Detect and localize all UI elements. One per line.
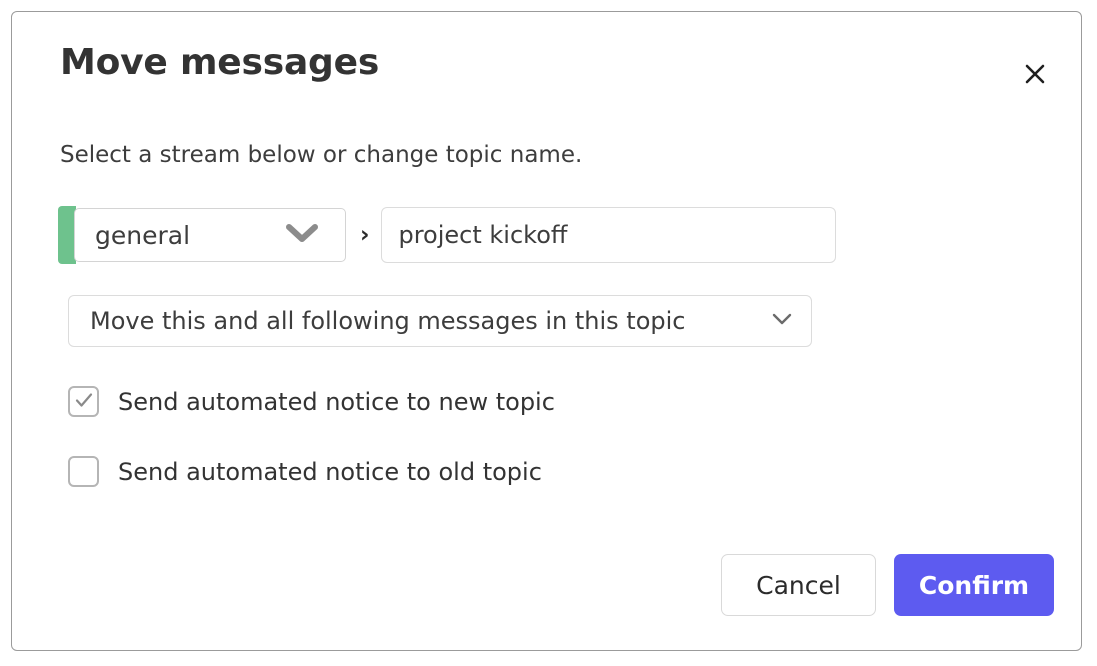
checkbox-send-notice-new-topic[interactable]: Send automated notice to new topic <box>68 386 555 417</box>
stream-topic-row: general › <box>58 206 837 264</box>
close-icon <box>1022 61 1048 87</box>
move-messages-modal: Move messages Select a stream below or c… <box>11 11 1082 651</box>
breadcrumb-separator-icon: › <box>360 221 370 248</box>
modal-header: Move messages <box>12 12 1081 116</box>
checkbox-label: Send automated notice to new topic <box>118 387 555 416</box>
close-button[interactable] <box>1015 54 1055 94</box>
dialog-subtitle: Select a stream below or change topic na… <box>60 142 583 168</box>
cancel-button[interactable]: Cancel <box>721 554 876 616</box>
confirm-button[interactable]: Confirm <box>894 554 1054 616</box>
check-icon <box>73 389 95 415</box>
checkbox-box[interactable] <box>68 386 99 417</box>
modal-footer: Cancel Confirm <box>12 530 1081 650</box>
page-title: Move messages <box>60 42 380 83</box>
stream-selector[interactable]: general <box>58 206 346 264</box>
topic-input[interactable] <box>381 207 837 263</box>
checkbox-box[interactable] <box>68 456 99 487</box>
stream-select-value: general <box>95 220 191 250</box>
propagate-mode-value: Move this and all following messages in … <box>90 307 686 335</box>
chevron-down-icon <box>285 222 319 248</box>
propagate-mode-select[interactable]: Move this and all following messages in … <box>68 295 812 347</box>
chevron-down-icon <box>769 310 795 332</box>
checkbox-label: Send automated notice to old topic <box>118 457 542 486</box>
stream-select-box[interactable]: general <box>74 208 346 262</box>
checkbox-send-notice-old-topic[interactable]: Send automated notice to old topic <box>68 456 542 487</box>
